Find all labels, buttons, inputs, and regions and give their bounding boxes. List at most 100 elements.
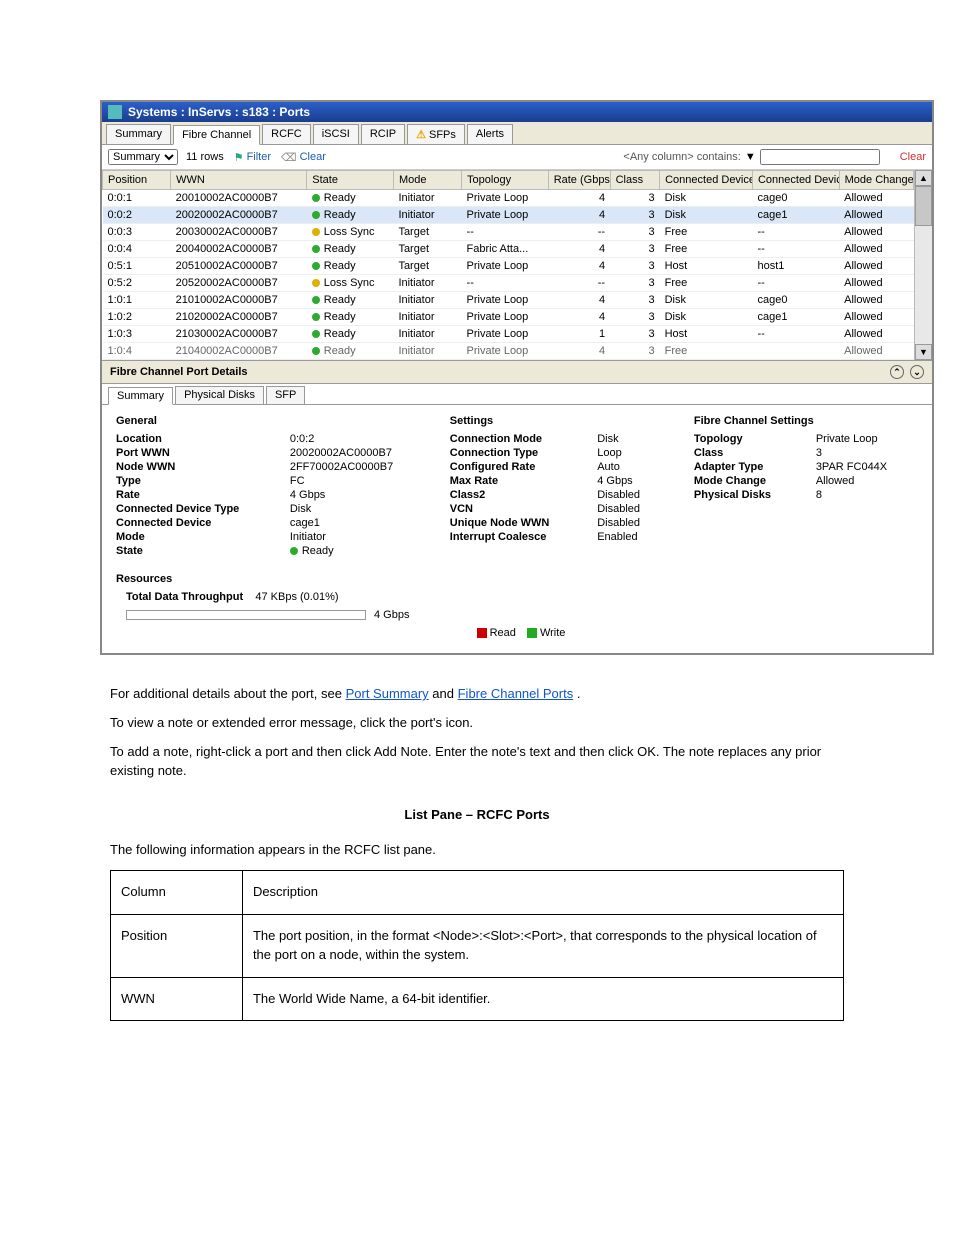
field-value: 4 Gbps	[290, 489, 430, 501]
body-paragraph: To add a note, right-click a port and th…	[110, 743, 844, 781]
tab-iscsi[interactable]: iSCSI	[313, 124, 359, 144]
field-label: Connected Device	[116, 517, 276, 529]
table-row[interactable]: 0:0:120010002AC0000B7ReadyInitiatorPriva…	[103, 190, 914, 207]
column-header[interactable]: Topology	[462, 171, 549, 190]
scroll-track[interactable]	[915, 226, 932, 344]
detail-panels: General Location0:0:2Port WWN20020002AC0…	[102, 405, 932, 573]
field-label: State	[116, 545, 276, 557]
field-value: 2FF70002AC0000B7	[290, 461, 430, 473]
table-row[interactable]: 0:5:120510002AC0000B7ReadyTargetPrivate …	[103, 258, 914, 275]
tab-alerts[interactable]: Alerts	[467, 124, 513, 144]
status-dot-icon	[312, 296, 320, 304]
column-header[interactable]: State	[307, 171, 394, 190]
field-value: 0:0:2	[290, 433, 430, 445]
field-value: 3PAR FC044X	[816, 461, 918, 473]
column-header[interactable]: Class	[610, 171, 660, 190]
field-label: Adapter Type	[694, 461, 802, 473]
tab-sfps[interactable]: ⚠SFPs	[407, 124, 465, 144]
field-value: Private Loop	[816, 433, 918, 445]
clear-link[interactable]: Clear	[900, 151, 926, 163]
subtab-summary[interactable]: Summary	[108, 387, 173, 405]
table-row[interactable]: 1:0:221020002AC0000B7ReadyInitiatorPriva…	[103, 309, 914, 326]
field-label: Mode Change	[694, 475, 802, 487]
dropdown-arrow-icon[interactable]: ▼	[745, 151, 756, 163]
expand-icon[interactable]: ⌄	[910, 365, 924, 379]
field-value: Disabled	[597, 489, 674, 501]
table-row[interactable]: 0:0:320030002AC0000B7Loss SyncTarget----…	[103, 224, 914, 241]
table-row[interactable]: 0:0:420040002AC0000B7ReadyTargetFabric A…	[103, 241, 914, 258]
details-title: Fibre Channel Port Details	[110, 366, 248, 378]
throughput-bar	[126, 610, 366, 620]
field-value: Disk	[597, 433, 674, 445]
table-row[interactable]: 1:0:121010002AC0000B7ReadyInitiatorPriva…	[103, 292, 914, 309]
fc-settings-heading: Fibre Channel Settings	[694, 415, 918, 427]
field-value: cage1	[290, 517, 430, 529]
status-dot-icon	[312, 262, 320, 270]
throughput-label: Total Data Throughput	[126, 591, 243, 603]
row-count: 11 rows	[186, 151, 224, 163]
field-value: Initiator	[290, 531, 430, 543]
fc-ports-link[interactable]: Fibre Channel Ports	[458, 686, 574, 701]
field-label: VCN	[450, 503, 583, 515]
field-label: Port WWN	[116, 447, 276, 459]
column-header[interactable]: WWN	[171, 171, 307, 190]
field-label: Configured Rate	[450, 461, 583, 473]
status-dot-icon	[312, 245, 320, 253]
port-summary-link[interactable]: Port Summary	[346, 686, 429, 701]
contains-input[interactable]	[760, 149, 880, 165]
tab-summary[interactable]: Summary	[106, 124, 171, 144]
column-header[interactable]: Rate (Gbps)	[548, 171, 610, 190]
field-value: 3	[816, 447, 918, 459]
table-row[interactable]: 1:0:321030002AC0000B7ReadyInitiatorPriva…	[103, 326, 914, 343]
ports-table[interactable]: PositionWWNStateModeTopologyRate (Gbps)C…	[102, 170, 914, 360]
column-header[interactable]: Connected Device	[752, 171, 839, 190]
clear-filter-link[interactable]: ⌫ Clear	[281, 151, 326, 164]
field-label: Physical Disks	[694, 489, 802, 501]
scroll-down-icon[interactable]: ▼	[915, 344, 932, 360]
field-value: 20020002AC0000B7	[290, 447, 430, 459]
status-dot-icon	[290, 547, 298, 555]
field-value: Disabled	[597, 503, 674, 515]
column-header[interactable]: Position	[103, 171, 171, 190]
status-dot-icon	[312, 330, 320, 338]
status-dot-icon	[312, 279, 320, 287]
section-heading: List Pane – RCFC Ports	[110, 806, 844, 825]
subtab-sfp[interactable]: SFP	[266, 386, 305, 404]
settings-panel: Settings Connection ModeDiskConnection T…	[450, 415, 674, 557]
field-label: Rate	[116, 489, 276, 501]
view-select[interactable]: Summary	[108, 149, 178, 165]
field-label: Topology	[694, 433, 802, 445]
tab-rcfc[interactable]: RCFC	[262, 124, 311, 144]
eraser-icon: ⌫	[281, 151, 297, 164]
field-label: Type	[116, 475, 276, 487]
field-value: Auto	[597, 461, 674, 473]
field-label: Interrupt Coalesce	[450, 531, 583, 543]
scroll-thumb[interactable]	[915, 186, 932, 226]
fc-settings-panel: Fibre Channel Settings Topology Private L…	[694, 415, 918, 557]
filter-link[interactable]: ⚑ Filter	[234, 151, 271, 164]
column-header[interactable]: Connected Device Type	[660, 171, 753, 190]
vertical-scrollbar[interactable]: ▲ ▼	[914, 170, 932, 360]
body-paragraph: To view a note or extended error message…	[110, 714, 844, 733]
detail-subtabs: SummaryPhysical DisksSFP	[102, 384, 932, 405]
table-row[interactable]: 0:5:220520002AC0000B7Loss SyncInitiator-…	[103, 275, 914, 292]
subtab-physical-disks[interactable]: Physical Disks	[175, 386, 264, 404]
scroll-up-icon[interactable]: ▲	[915, 170, 932, 186]
table-row[interactable]: 1:0:421040002AC0000B7ReadyInitiatorPriva…	[103, 343, 914, 360]
collapse-icon[interactable]: ⌃	[890, 365, 904, 379]
column-header[interactable]: Mode Change	[839, 171, 913, 190]
throughput-max: 4 Gbps	[374, 609, 409, 621]
status-dot-icon	[312, 194, 320, 202]
resources-heading: Resources	[116, 573, 918, 585]
field-label: Unique Node WWN	[450, 517, 583, 529]
table-row[interactable]: 0:0:220020002AC0000B7ReadyInitiatorPriva…	[103, 207, 914, 224]
field-label: Max Rate	[450, 475, 583, 487]
tab-fibre-channel[interactable]: Fibre Channel	[173, 125, 260, 145]
field-label: Mode	[116, 531, 276, 543]
column-header[interactable]: Mode	[393, 171, 461, 190]
field-value: 4 Gbps	[597, 475, 674, 487]
throughput-legend: Read Write	[116, 627, 918, 639]
read-swatch	[477, 628, 487, 638]
tab-rcip[interactable]: RCIP	[361, 124, 405, 144]
window-titlebar: Systems : InServs : s183 : Ports	[102, 102, 932, 122]
